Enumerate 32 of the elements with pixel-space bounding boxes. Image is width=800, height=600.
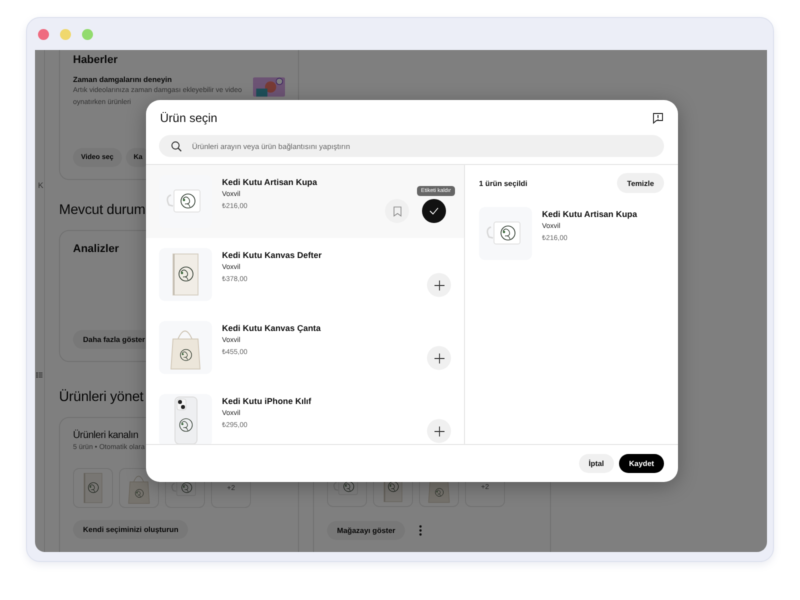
tote-bag-thumbnail [159,321,212,374]
search-icon [171,140,182,152]
mug-thumbnail [479,207,532,260]
product-name: Kedi Kutu Kanvas Çanta [222,323,322,333]
card-title: Haberler [73,54,119,66]
bookmark-button[interactable] [385,199,410,223]
section-heading: Ürünleri yönet [59,388,144,405]
add-button[interactable] [427,273,451,297]
notebook-thumbnail [73,468,113,508]
more-icon[interactable] [419,525,422,536]
feedback-icon[interactable] [652,112,664,124]
plus-icon [434,352,444,364]
illustration-drawing [253,75,285,99]
add-button[interactable] [427,346,451,370]
product-name: Kedi Kutu Artisan Kupa [542,209,638,219]
plus-icon [434,280,444,290]
product-name: Kedi Kutu iPhone Kılıf [222,396,312,406]
window-dot[interactable] [60,28,71,40]
list-icon [36,372,43,378]
bookmark-icon [392,206,402,216]
section-heading: Mevcut durum [59,201,146,218]
card-title: Ürünleri kanalın [73,430,140,441]
plus-icon [434,426,444,436]
add-button[interactable] [427,419,451,443]
dialog-title: Ürün seçin [160,111,218,125]
product-name: Kedi Kutu Artisan Kupa [222,177,318,187]
notebook-thumbnail [159,248,212,301]
selected-check-button[interactable] [422,199,446,223]
window-dot[interactable] [82,28,93,40]
check-icon [429,207,440,215]
window-dot[interactable] [38,28,49,40]
product-name: Kedi Kutu Kanvas Defter [222,250,323,260]
